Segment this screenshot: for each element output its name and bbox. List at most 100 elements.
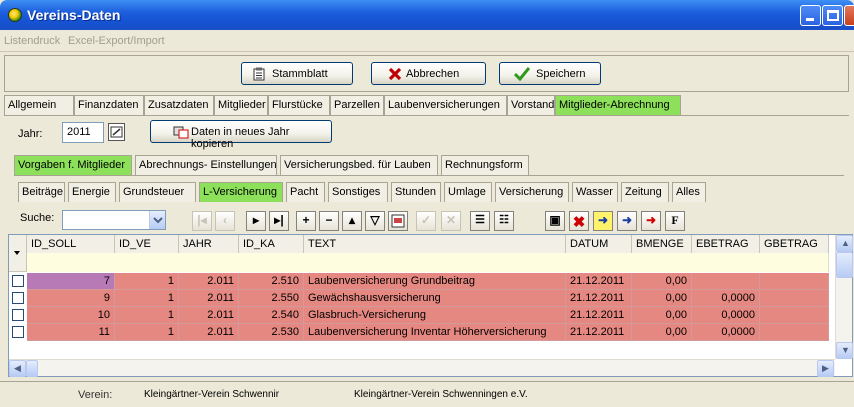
tab-mitglieder-abrechnung[interactable]: Mitglieder-Abrechnung xyxy=(555,95,681,115)
search-dropdown-button[interactable] xyxy=(149,211,165,229)
search-combo[interactable] xyxy=(62,210,166,230)
cell-text[interactable]: Laubenversicherung Grundbeitrag xyxy=(304,273,566,290)
close-button[interactable] xyxy=(844,5,854,26)
menu-excel-export[interactable]: Excel-Export/Import xyxy=(68,35,165,47)
year-spinner[interactable] xyxy=(108,123,125,141)
cell-bmenge[interactable]: 0,00 xyxy=(632,290,692,307)
cell-datum[interactable]: 21.12.2011 xyxy=(566,307,632,324)
cell-jahr[interactable]: 2.011 xyxy=(179,324,239,341)
maximize-button[interactable] xyxy=(822,5,843,26)
cell-text[interactable]: Laubenversicherung Inventar Höherversich… xyxy=(304,324,566,341)
tab-allgemein[interactable]: Allgemein xyxy=(4,95,74,115)
cell-id-ve[interactable]: 1 xyxy=(115,324,179,341)
nav-prev-button[interactable]: ‹ xyxy=(215,211,235,231)
cell-jahr[interactable]: 2.011 xyxy=(179,273,239,290)
row-select-checkbox[interactable] xyxy=(12,292,24,304)
tab-wasser[interactable]: Wasser xyxy=(572,182,618,202)
tab-alles[interactable]: Alles xyxy=(672,182,706,202)
nav-delete-button[interactable]: − xyxy=(319,211,339,231)
format-button[interactable]: F xyxy=(665,211,685,231)
export-button[interactable]: ▣ xyxy=(545,211,565,231)
row-select-checkbox[interactable] xyxy=(12,309,24,321)
speichern-button[interactable]: Speichern xyxy=(499,62,601,85)
forward-button[interactable]: ➜ xyxy=(617,211,637,231)
tab-vorstand[interactable]: Vorstand xyxy=(507,95,555,115)
tab-beitraege[interactable]: Beiträge xyxy=(18,182,65,202)
tab-flurstuecke[interactable]: Flurstücke xyxy=(268,95,330,115)
cell-id-soll[interactable]: 9 xyxy=(27,290,115,307)
cancel-edit-button[interactable]: ✕ xyxy=(441,211,461,231)
cell-gbetrag[interactable] xyxy=(760,290,829,307)
cell-id-ka[interactable]: 2.550 xyxy=(239,290,304,307)
cell-id-ka[interactable]: 2.540 xyxy=(239,307,304,324)
cell-jahr[interactable]: 2.011 xyxy=(179,307,239,324)
nav-first-button[interactable]: |◂ xyxy=(192,211,212,231)
cell-datum[interactable]: 21.12.2011 xyxy=(566,273,632,290)
cell-text[interactable]: Glasbruch-Versicherung xyxy=(304,307,566,324)
cell-id-ve[interactable]: 1 xyxy=(115,307,179,324)
tab-abrechnungs-einstellungen[interactable]: Abrechnungs- Einstellungen xyxy=(135,155,277,175)
tab-grundsteuer[interactable]: Grundsteuer xyxy=(119,182,196,202)
menu-listendruck[interactable]: Listendruck xyxy=(4,35,60,47)
cell-id-soll[interactable]: 10 xyxy=(27,307,115,324)
cell-ebetrag[interactable]: 0,0000 xyxy=(692,307,760,324)
tab-pacht[interactable]: Pacht xyxy=(286,182,325,202)
cell-ebetrag[interactable]: 0,0000 xyxy=(692,290,760,307)
scroll-down-button[interactable]: ▼ xyxy=(836,342,853,359)
move-button[interactable]: ➜ xyxy=(593,211,613,231)
cell-bmenge[interactable]: 0,00 xyxy=(632,324,692,341)
cell-gbetrag[interactable] xyxy=(760,307,829,324)
cell-id-ve[interactable]: 1 xyxy=(115,273,179,290)
tab-versicherungsbed[interactable]: Versicherungsbed. für Lauben xyxy=(280,155,438,175)
horizontal-scrollbar[interactable]: ◀ ▶ xyxy=(9,359,835,377)
cell-text[interactable]: Gewächshausversicherung xyxy=(304,290,566,307)
cell-ebetrag[interactable] xyxy=(692,273,760,290)
tab-energie[interactable]: Energie xyxy=(68,182,116,202)
nav-up-button[interactable]: ▴ xyxy=(342,211,362,231)
tab-rechnungsform[interactable]: Rechnungsform xyxy=(441,155,529,175)
filter-button[interactable]: ▽ xyxy=(365,211,385,231)
nav-insert-button[interactable]: + xyxy=(296,211,316,231)
table-row[interactable]: 11 1 2.011 2.530 Laubenversicherung Inventar… xyxy=(9,324,829,341)
tab-vorgaben[interactable]: Vorgaben f. Mitglieder xyxy=(14,155,132,175)
tab-laubenversicherungen[interactable]: Laubenversicherungen xyxy=(384,95,507,115)
grid-corner[interactable] xyxy=(9,235,27,272)
nav-next-button[interactable]: ▸ xyxy=(246,211,266,231)
tab-mitglieder[interactable]: Mitglieder xyxy=(214,95,268,115)
scroll-up-button[interactable]: ▲ xyxy=(836,235,853,252)
cell-bmenge[interactable]: 0,00 xyxy=(632,307,692,324)
forward-red-button[interactable]: ➜ xyxy=(641,211,661,231)
year-field[interactable]: 2011 xyxy=(62,122,104,143)
minimize-button[interactable] xyxy=(800,5,821,26)
tab-stunden[interactable]: Stunden xyxy=(391,182,441,202)
list-button[interactable]: ☰ xyxy=(470,211,490,231)
cell-gbetrag[interactable] xyxy=(760,273,829,290)
scroll-left-button[interactable]: ◀ xyxy=(9,360,26,377)
cell-id-ka[interactable]: 2.530 xyxy=(239,324,304,341)
cell-id-soll[interactable]: 7 xyxy=(27,273,115,290)
h-scroll-thumb[interactable] xyxy=(26,360,38,377)
stammblatt-button[interactable]: Stammblatt xyxy=(241,62,353,85)
tab-umlage[interactable]: Umlage xyxy=(444,182,492,202)
cell-gbetrag[interactable] xyxy=(760,324,829,341)
tab-zusatzdaten[interactable]: Zusatzdaten xyxy=(144,95,214,115)
copy-year-button[interactable]: Daten in neues Jahr kopieren xyxy=(150,120,332,150)
refresh-button[interactable] xyxy=(388,211,408,231)
tab-versicherung[interactable]: Versicherung xyxy=(495,182,569,202)
cell-jahr[interactable]: 2.011 xyxy=(179,290,239,307)
tab-sonstiges[interactable]: Sonstiges xyxy=(328,182,388,202)
cell-ebetrag[interactable]: 0,0000 xyxy=(692,324,760,341)
tab-l-versicherung[interactable]: L-Versicherung xyxy=(199,182,283,202)
table-row[interactable]: 7 1 2.011 2.510 Laubenversicherung Grundbeit… xyxy=(9,273,829,290)
table-row[interactable]: 10 1 2.011 2.540 Glasbruch-Versicherung 21.12… xyxy=(9,307,829,324)
table-row[interactable]: 9 1 2.011 2.550 Gewächshausversicherung 21.12… xyxy=(9,290,829,307)
delete-record-button[interactable]: ✖ xyxy=(569,211,589,231)
nav-last-button[interactable]: ▸| xyxy=(269,211,289,231)
tab-parzellen[interactable]: Parzellen xyxy=(330,95,384,115)
scroll-right-button[interactable]: ▶ xyxy=(817,360,834,377)
cell-datum[interactable]: 21.12.2011 xyxy=(566,290,632,307)
cell-bmenge[interactable]: 0,00 xyxy=(632,273,692,290)
cell-id-ka[interactable]: 2.510 xyxy=(239,273,304,290)
row-select-checkbox[interactable] xyxy=(12,326,24,338)
list-add-button[interactable]: ☷ xyxy=(494,211,514,231)
